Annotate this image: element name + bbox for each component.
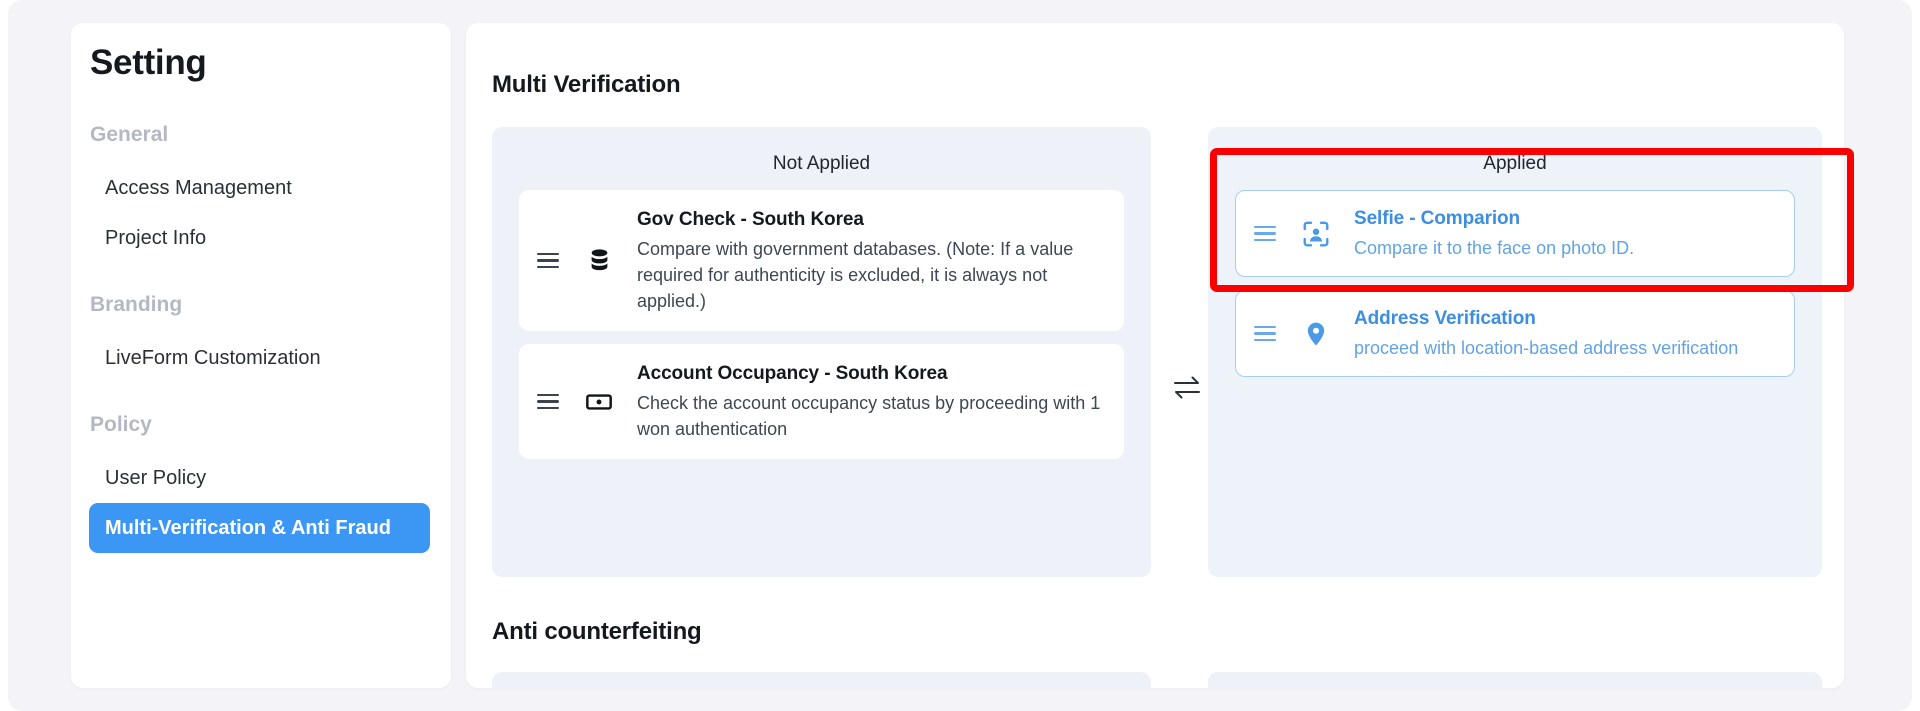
not-applied-column-header: Not Applied (772, 153, 871, 174)
anti-counterfeiting-columns: Not Applied Applied (492, 654, 1822, 688)
nav-group-label-branding: Branding (90, 293, 183, 316)
card-description: Compare it to the face on photo ID. (1354, 238, 1635, 258)
not-applied-card-list: Gov Check - South Korea Compare with gov… (492, 176, 1151, 459)
banknote-icon (579, 382, 619, 422)
card-title: Gov Check - South Korea (637, 209, 864, 230)
sidebar-nav: General Access Management Project Info B… (71, 115, 451, 553)
card-title: Account Occupancy - South Korea (637, 363, 948, 384)
page-title: Setting (90, 43, 207, 82)
sidebar-item-access-management[interactable]: Access Management (89, 163, 430, 213)
card-body: Selfie - Comparion Compare it to the fac… (1354, 206, 1776, 261)
card-body: Account Occupancy - South Korea Check th… (637, 361, 1106, 442)
card-address-verification[interactable]: Address Verification proceed with locati… (1235, 290, 1795, 377)
anti-counterfeiting-applied-header: Applied (1208, 672, 1822, 688)
app-root: Setting General Access Management Projec… (0, 0, 1920, 711)
database-icon (579, 241, 619, 281)
card-account-occupancy-south-korea[interactable]: Account Occupancy - South Korea Check th… (519, 344, 1124, 459)
card-title: Selfie - Comparion (1354, 208, 1521, 229)
applied-column: Applied Selfie - Comparion Compare it to… (1208, 127, 1822, 577)
drag-handle-icon[interactable] (1254, 225, 1280, 242)
swap-horizontal-icon[interactable] (1165, 369, 1209, 405)
sidebar-item-user-policy[interactable]: User Policy (89, 453, 430, 503)
multi-verification-columns: Not Applied Gov Check - South Korea Comp… (492, 109, 1822, 579)
not-applied-column: Not Applied Gov Check - South Korea Comp… (492, 127, 1151, 577)
anti-counterfeiting-applied-column: Applied (1208, 672, 1822, 688)
drag-handle-icon[interactable] (1254, 325, 1280, 342)
anti-counterfeiting-not-applied-header: Not Applied (492, 672, 1151, 688)
card-body: Address Verification proceed with locati… (1354, 306, 1776, 361)
card-selfie-comparion[interactable]: Selfie - Comparion Compare it to the fac… (1235, 190, 1795, 277)
sidebar-item-liveform-customization[interactable]: LiveForm Customization (89, 333, 430, 383)
section-title-anti-counterfeiting: Anti counterfeiting (492, 618, 702, 645)
face-scan-icon (1296, 214, 1336, 254)
anti-counterfeiting-not-applied-column: Not Applied (492, 672, 1151, 688)
nav-group-label-general: General (90, 123, 169, 146)
drag-handle-icon[interactable] (537, 252, 563, 269)
card-description: Check the account occupancy status by pr… (637, 393, 1101, 439)
sidebar-item-project-info[interactable]: Project Info (89, 213, 430, 263)
drag-handle-icon[interactable] (537, 393, 563, 410)
location-pin-icon (1296, 314, 1336, 354)
applied-card-list: Selfie - Comparion Compare it to the fac… (1208, 176, 1822, 377)
applied-column-header: Applied (1483, 153, 1547, 174)
sidebar-item-multi-verification-anti-fraud[interactable]: Multi-Verification & Anti Fraud (89, 503, 430, 553)
card-title: Address Verification (1354, 308, 1536, 329)
section-title-multi-verification: Multi Verification (492, 71, 681, 98)
card-gov-check-south-korea[interactable]: Gov Check - South Korea Compare with gov… (519, 190, 1124, 331)
card-description: Compare with government databases. (Note… (637, 239, 1074, 311)
main-content-panel: Multi Verification Not Applied Gov Check… (466, 23, 1844, 688)
settings-sidebar: Setting General Access Management Projec… (71, 23, 451, 688)
card-body: Gov Check - South Korea Compare with gov… (637, 207, 1106, 314)
card-description: proceed with location-based address veri… (1354, 338, 1739, 358)
nav-group-label-policy: Policy (90, 413, 152, 436)
